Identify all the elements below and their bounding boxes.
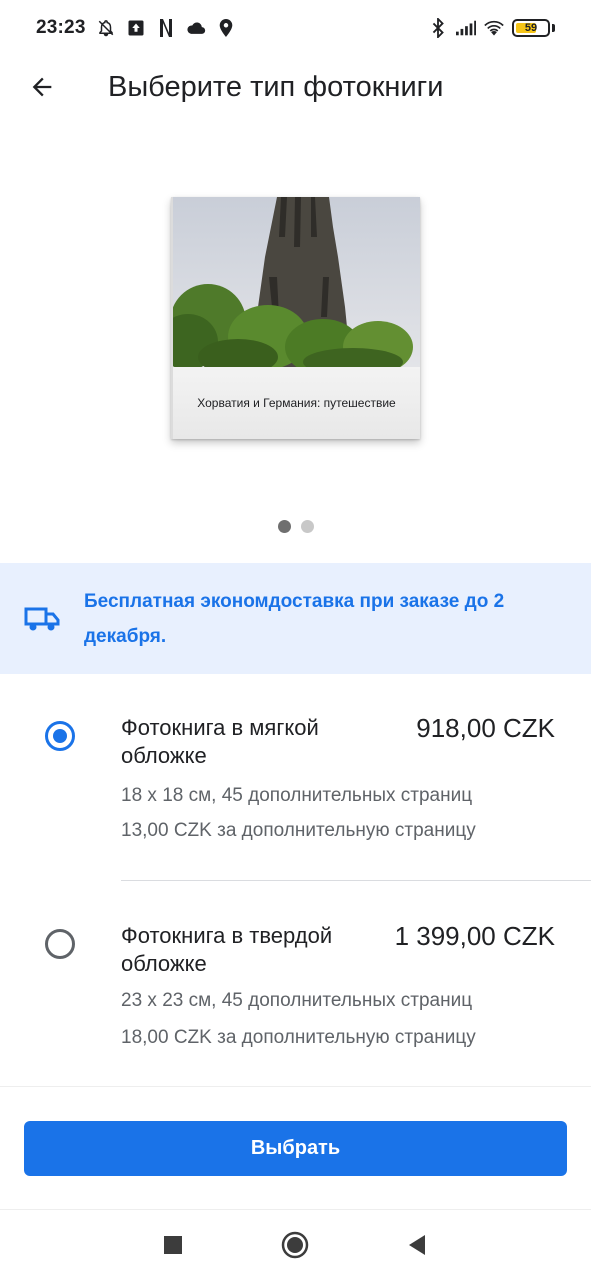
netflix-icon <box>156 18 176 38</box>
bluetooth-icon <box>428 18 448 38</box>
option-size: 23 x 23 см, 45 дополнительных страниц <box>121 990 473 1011</box>
delivery-banner: Бесплатная экономдоставка при заказе до … <box>0 563 591 674</box>
status-bar: 23:23 59 <box>0 0 591 56</box>
option-price: 1 399,00 CZK <box>394 921 555 951</box>
upload-icon <box>126 18 146 38</box>
option-extra-page-price: 13,00 CZK за дополнительную страницу <box>121 820 476 841</box>
arrow-back-icon <box>32 77 52 97</box>
battery-icon: 59 <box>512 19 550 37</box>
battery-tip <box>552 24 555 32</box>
divider <box>121 880 591 881</box>
recents-button[interactable] <box>158 1230 188 1260</box>
square-icon <box>164 1236 182 1254</box>
photobook-preview[interactable]: Хорватия и Германия: путешествие <box>171 197 420 439</box>
triangle-back-icon <box>409 1235 425 1255</box>
cloud-icon <box>186 18 206 38</box>
status-time: 23:23 <box>36 17 86 38</box>
radio-softcover[interactable] <box>45 721 75 751</box>
carousel-indicator <box>0 520 591 533</box>
status-right: 59 <box>428 18 555 38</box>
bell-off-icon <box>96 18 116 38</box>
app-bar: Выберите тип фотокниги <box>0 56 591 118</box>
option-hardcover[interactable]: Фотокнига в твердой обложке 1 399,00 CZK… <box>0 920 591 1060</box>
location-icon <box>216 18 236 38</box>
option-name: Фотокнига в мягкой обложке <box>121 715 319 768</box>
truck-icon <box>24 605 60 633</box>
carousel-dot-2[interactable] <box>300 520 314 533</box>
back-button[interactable] <box>14 59 70 115</box>
home-circle-icon <box>281 1231 309 1259</box>
option-size: 18 x 18 см, 45 дополнительных страниц <box>121 785 473 806</box>
select-button[interactable]: Выбрать <box>24 1121 567 1176</box>
system-nav-bar <box>0 1210 591 1280</box>
option-extra-page-price: 18,00 CZK за дополнительную страницу <box>121 1027 476 1048</box>
divider <box>0 1086 591 1087</box>
book-cover-photo <box>173 197 420 367</box>
option-name: Фотокнига в твердой обложке <box>121 923 333 976</box>
status-left: 23:23 <box>36 17 236 39</box>
signal-icon <box>456 18 476 38</box>
option-price: 918,00 CZK <box>416 713 555 743</box>
page-title: Выберите тип фотокниги <box>108 70 444 103</box>
option-softcover[interactable]: Фотокнига в мягкой обложке 918,00 CZK 18… <box>0 712 591 882</box>
delivery-banner-text: Бесплатная экономдоставка при заказе до … <box>84 590 505 647</box>
home-button[interactable] <box>280 1230 310 1260</box>
battery-level: 59 <box>524 22 538 34</box>
carousel-dot-1[interactable] <box>277 520 291 533</box>
back-nav-button[interactable] <box>402 1230 432 1260</box>
book-title: Хорватия и Германия: путешествие <box>173 367 420 439</box>
wifi-icon <box>484 18 504 38</box>
radio-hardcover[interactable] <box>45 929 75 959</box>
